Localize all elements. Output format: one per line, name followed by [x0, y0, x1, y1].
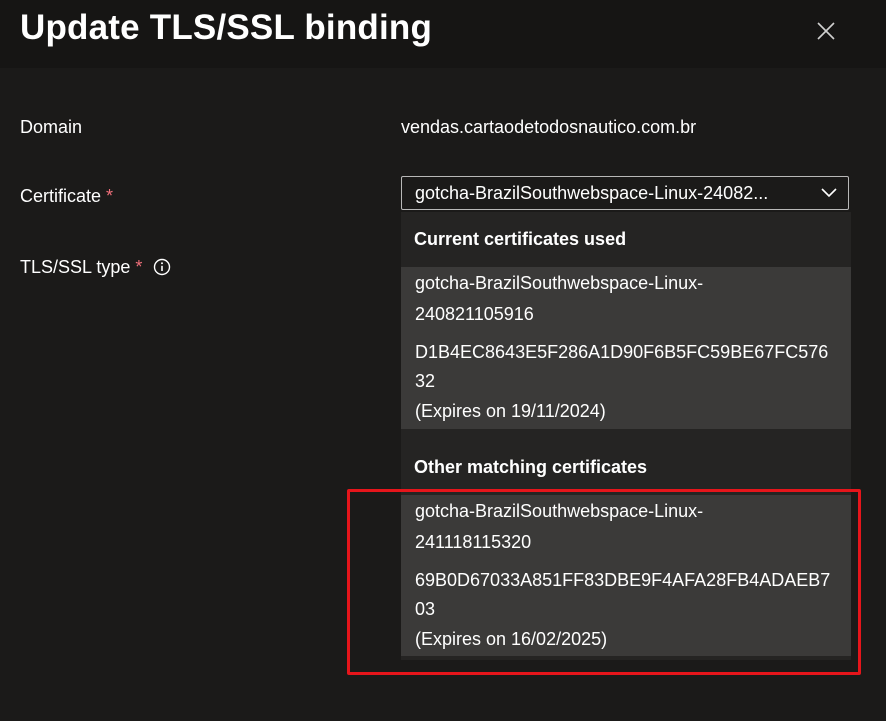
close-icon — [817, 22, 835, 40]
certificate-selected-value: gotcha-BrazilSouthwebspace-Linux-24082..… — [415, 182, 769, 203]
group-header-other: Other matching certificates — [414, 457, 648, 477]
certificate-thumbprint: 69B0D67033A851FF83DBE9F4AFA28FB4ADAEB7 — [415, 570, 831, 590]
required-asterisk: * — [106, 186, 114, 206]
info-icon[interactable] — [153, 258, 171, 276]
certificate-dropdown-list: Current certificates used gotcha-BrazilS… — [401, 212, 851, 660]
required-asterisk: * — [135, 257, 143, 277]
certificate-label: Certificate * — [20, 186, 113, 207]
certificate-name-suffix: 241118115320 — [415, 532, 532, 552]
domain-label: Domain — [20, 117, 83, 137]
certificate-thumbprint-end: 32 — [415, 371, 436, 391]
certificate-name: gotcha-BrazilSouthwebspace-Linux- — [415, 273, 704, 293]
certificate-label-text: Certificate — [20, 186, 102, 206]
dialog-title: Update TLS/SSL binding — [20, 8, 433, 47]
certificate-dropdown[interactable]: gotcha-BrazilSouthwebspace-Linux-24082..… — [401, 176, 849, 210]
certificate-option-other[interactable]: gotcha-BrazilSouthwebspace-Linux- 241118… — [401, 495, 851, 656]
certificate-option-current[interactable]: gotcha-BrazilSouthwebspace-Linux- 240821… — [401, 267, 851, 429]
certificate-name: gotcha-BrazilSouthwebspace-Linux- — [415, 501, 704, 521]
certificate-name-suffix: 240821105916 — [415, 304, 534, 324]
tls-ssl-type-label: TLS/SSL type * — [20, 257, 171, 278]
close-button[interactable] — [808, 13, 844, 49]
certificate-thumbprint: D1B4EC8643E5F286A1D90F6B5FC59BE67FC576 — [415, 342, 829, 362]
certificate-thumbprint-end: 03 — [415, 599, 436, 619]
certificate-expiry: (Expires on 19/11/2024) — [415, 401, 606, 421]
certificate-expiry: (Expires on 16/02/2025) — [415, 629, 608, 649]
tls-ssl-type-label-text: TLS/SSL type — [20, 257, 131, 277]
domain-value: vendas.cartaodetodosnautico.com.br — [401, 117, 697, 137]
chevron-down-icon — [821, 188, 837, 198]
group-header-current: Current certificates used — [414, 229, 627, 249]
